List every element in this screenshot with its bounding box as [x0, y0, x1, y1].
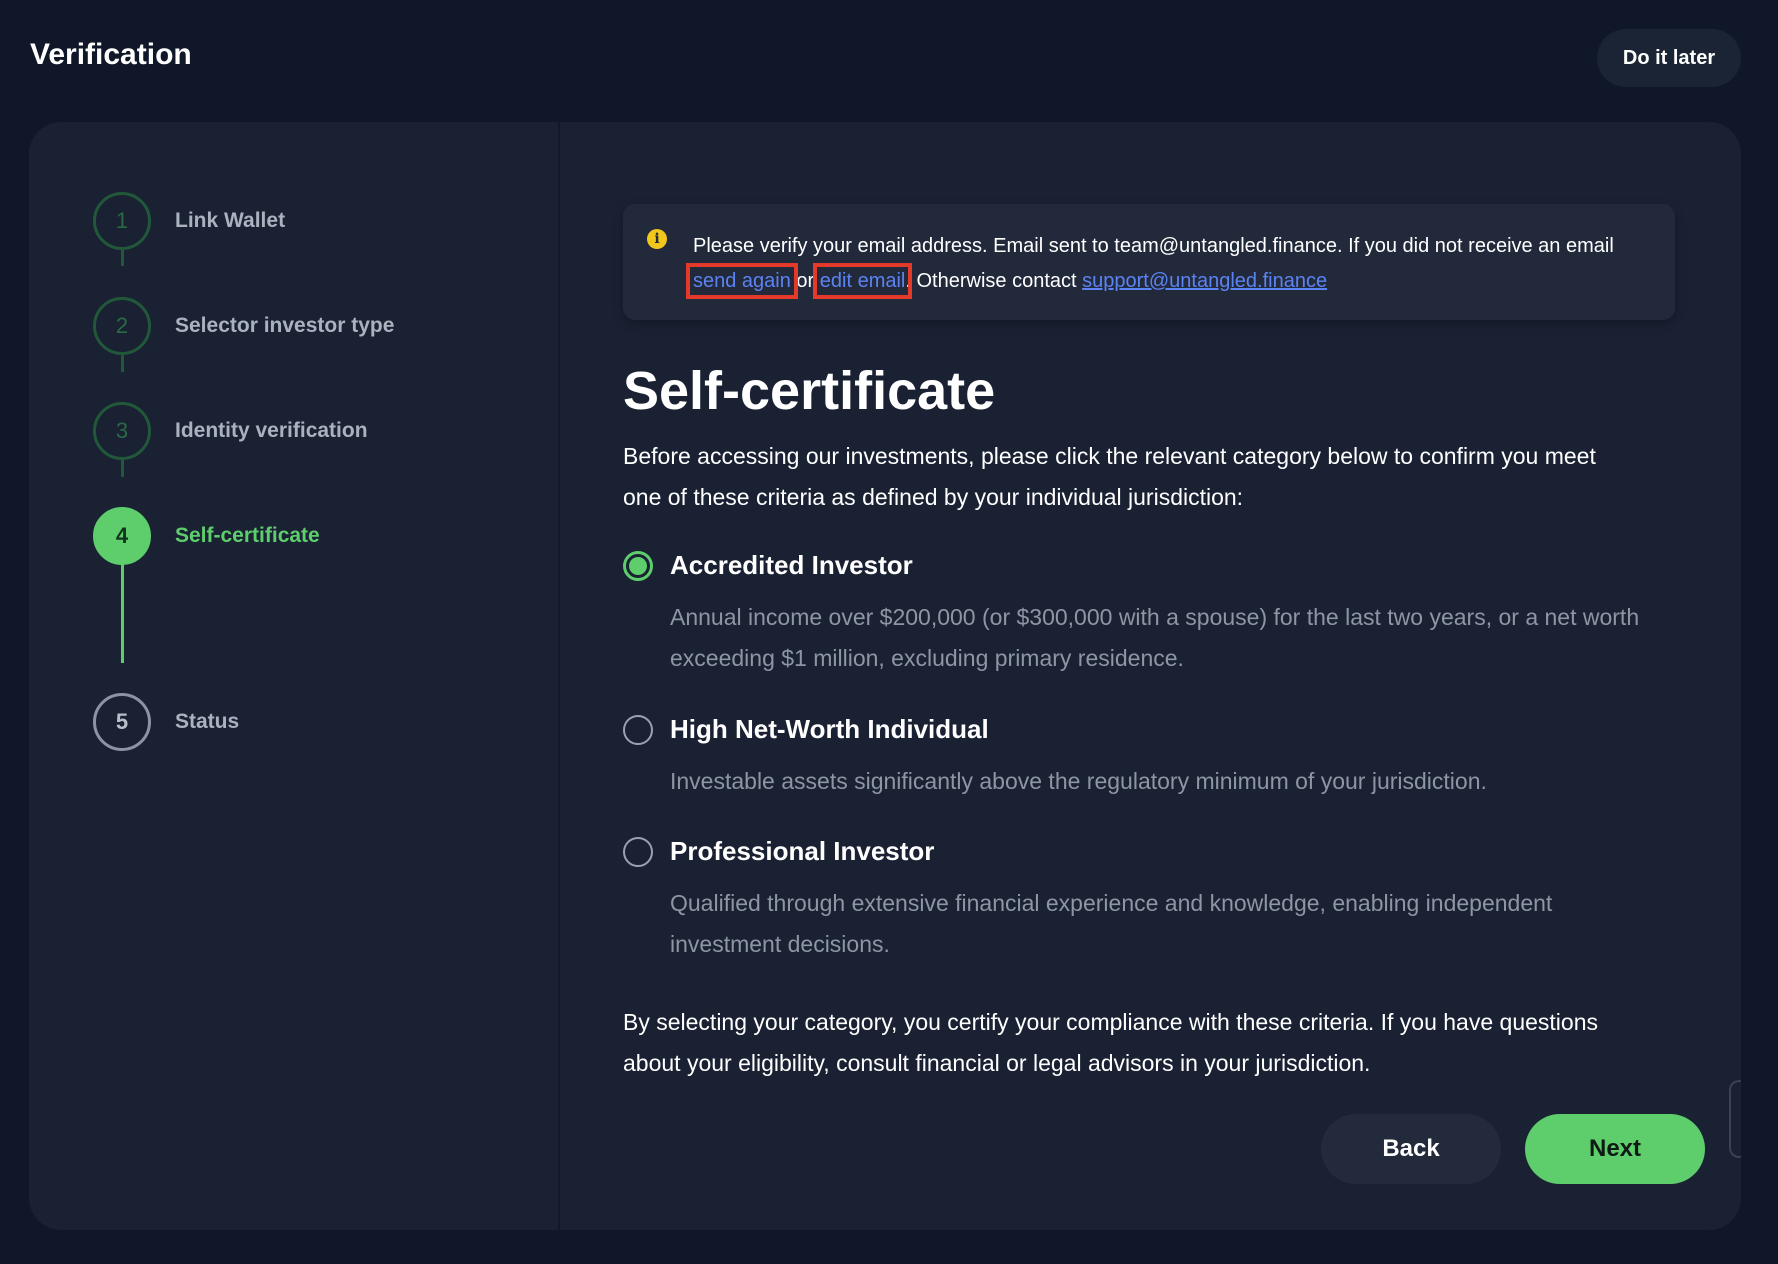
step-status[interactable]: 5 Status [93, 693, 239, 751]
step-number: 2 [93, 297, 151, 355]
step-label: Self-certificate [175, 524, 320, 547]
verification-page: Verification Do it later 1 Link Wallet 2… [0, 0, 1778, 1264]
option-title: Accredited Investor [670, 550, 913, 580]
option-title: Professional Investor [670, 836, 935, 866]
email-verification-notice: i Please verify your email address. Emai… [623, 204, 1675, 320]
send-again-link[interactable]: send again [686, 263, 798, 299]
next-button[interactable]: Next [1525, 1114, 1705, 1184]
radio-button-checked[interactable] [623, 550, 653, 581]
page-title: Verification [30, 38, 192, 71]
main-content: i Please verify your email address. Emai… [623, 122, 1705, 1230]
step-identity-verification[interactable]: 3 Identity verification [93, 402, 368, 460]
radio-dot [629, 556, 647, 575]
intro-text: Before accessing our investments, please… [623, 443, 1596, 510]
option-high-net-worth[interactable]: High Net-Worth Individual Investable ass… [623, 714, 1683, 802]
column-divider [558, 122, 560, 1230]
option-accredited-investor[interactable]: Accredited Investor Annual income over $… [623, 550, 1683, 679]
option-professional-investor[interactable]: Professional Investor Qualified through … [623, 836, 1683, 965]
side-drawer-handle[interactable] [1729, 1080, 1741, 1158]
option-header[interactable]: High Net-Worth Individual [623, 714, 1683, 745]
radio-button[interactable] [623, 836, 653, 867]
radio-button[interactable] [623, 714, 653, 745]
verification-card: 1 Link Wallet 2 Selector investor type 3… [29, 122, 1741, 1230]
notice-text: Please verify your email address. Email … [686, 235, 1614, 299]
option-title: High Net-Worth Individual [670, 714, 989, 744]
edit-email-link[interactable]: edit email [812, 263, 913, 299]
support-email-link[interactable]: support@untangled.finance [1082, 270, 1327, 292]
step-label: Selector investor type [175, 314, 395, 337]
step-self-certificate[interactable]: 4 Self-certificate [93, 507, 320, 565]
step-investor-type[interactable]: 2 Selector investor type [93, 297, 394, 355]
section-title: Self-certificate [623, 361, 996, 421]
back-button[interactable]: Back [1321, 1114, 1501, 1184]
step-label: Identity verification [175, 419, 368, 442]
option-description: Investable assets significantly above th… [670, 768, 1487, 794]
step-label: Link Wallet [175, 209, 286, 232]
option-description: Annual income over $200,000 (or $300,000… [670, 604, 1640, 671]
option-header[interactable]: Accredited Investor [623, 550, 1683, 581]
step-link-wallet[interactable]: 1 Link Wallet [93, 192, 285, 250]
step-number: 3 [93, 402, 151, 460]
stepper: 1 Link Wallet 2 Selector investor type 3… [29, 122, 559, 1230]
option-header[interactable]: Professional Investor [623, 836, 1683, 867]
step-number: 4 [93, 507, 151, 565]
step-label: Status [175, 710, 240, 733]
do-it-later-button[interactable]: Do it later [1597, 29, 1741, 87]
option-description: Qualified through extensive financial ex… [670, 890, 1553, 957]
step-number: 1 [93, 192, 151, 250]
info-icon: i [647, 229, 667, 249]
certification-note: By selecting your category, you certify … [623, 1009, 1598, 1076]
step-number: 5 [93, 693, 151, 751]
